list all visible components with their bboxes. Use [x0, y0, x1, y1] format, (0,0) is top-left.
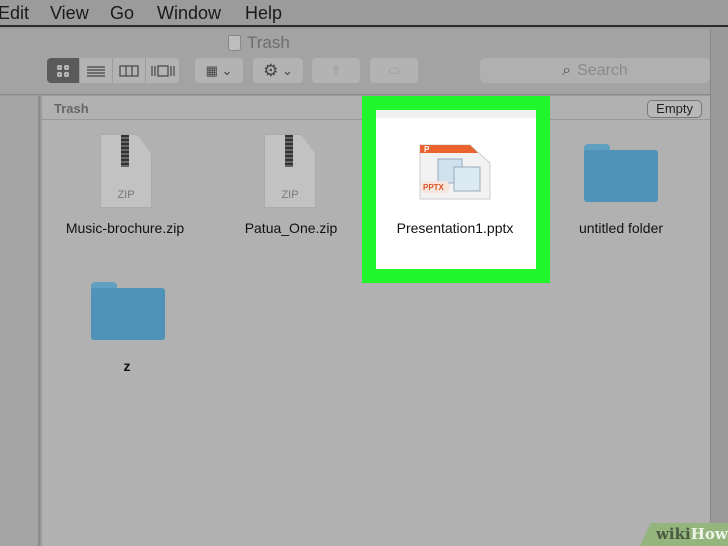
- wikihow-watermark: wikiHow: [640, 523, 728, 546]
- list-icon: [87, 65, 105, 77]
- cover-flow-button[interactable]: [146, 58, 179, 83]
- file-item[interactable]: ZIP Music-brochure.zip: [50, 134, 200, 244]
- search-icon: ⌕: [562, 61, 572, 79]
- window-title: Trash: [228, 33, 290, 53]
- share-button[interactable]: ⇪: [312, 58, 360, 83]
- chevron-down-icon: ⌄: [221, 62, 233, 78]
- search-placeholder: Search: [577, 61, 628, 79]
- share-icon: ⇪: [330, 62, 342, 78]
- search-field[interactable]: ⌕ Search: [480, 58, 710, 83]
- folder-item[interactable]: z: [52, 272, 202, 382]
- tag-icon: ⬭: [388, 62, 400, 78]
- menu-view[interactable]: View: [50, 3, 89, 24]
- cover-flow-icon: [150, 64, 175, 77]
- folder-item[interactable]: untitled folder: [546, 134, 696, 244]
- svg-text:PPTX: PPTX: [423, 183, 445, 192]
- action-button[interactable]: ⚙ ⌄: [253, 58, 303, 83]
- window-title-text: Trash: [247, 33, 290, 52]
- gear-icon: ⚙: [263, 60, 279, 80]
- right-edge: [710, 29, 728, 546]
- folder-name: untitled folder: [578, 220, 664, 236]
- menu-window[interactable]: Window: [157, 3, 221, 24]
- arrange-icon: ▦: [205, 62, 218, 78]
- menu-bar: Edit View Go Window Help: [0, 0, 728, 27]
- menu-go[interactable]: Go: [110, 3, 134, 24]
- menu-help[interactable]: Help: [245, 3, 282, 24]
- file-name: Presentation1.pptx: [396, 220, 514, 236]
- path-bar-title: Trash: [54, 101, 89, 116]
- tags-button[interactable]: ⬭: [370, 58, 418, 83]
- columns-icon: [119, 64, 139, 77]
- list-view-button[interactable]: [80, 58, 113, 83]
- menu-edit[interactable]: Edit: [0, 3, 29, 24]
- file-name: Music-brochure.zip: [65, 220, 185, 236]
- empty-trash-button[interactable]: Empty: [647, 100, 702, 118]
- finder-toolbar: Trash ▦ ⌄ ⚙ ⌄ ⇪ ⬭ ⌕ Search: [0, 29, 710, 95]
- column-view-button[interactable]: [113, 58, 146, 83]
- file-name: Patua_One.zip: [244, 220, 338, 236]
- trash-icon: [228, 35, 241, 51]
- folder-icon: [91, 282, 165, 340]
- folder-name: z: [123, 358, 131, 374]
- icon-view-button[interactable]: [47, 58, 80, 83]
- zip-file-icon: ZIP: [264, 134, 316, 208]
- folder-icon: [584, 144, 658, 202]
- chevron-down-icon: ⌄: [281, 62, 293, 78]
- arrange-button[interactable]: ▦ ⌄: [195, 58, 243, 83]
- pptx-file-icon: P PPTX: [419, 144, 491, 200]
- view-mode-control: [47, 58, 179, 83]
- svg-text:P: P: [424, 145, 430, 154]
- file-item[interactable]: ZIP Patua_One.zip: [216, 134, 366, 244]
- grid-icon: [57, 64, 69, 77]
- sidebar: [0, 96, 40, 546]
- zip-file-icon: ZIP: [100, 134, 152, 208]
